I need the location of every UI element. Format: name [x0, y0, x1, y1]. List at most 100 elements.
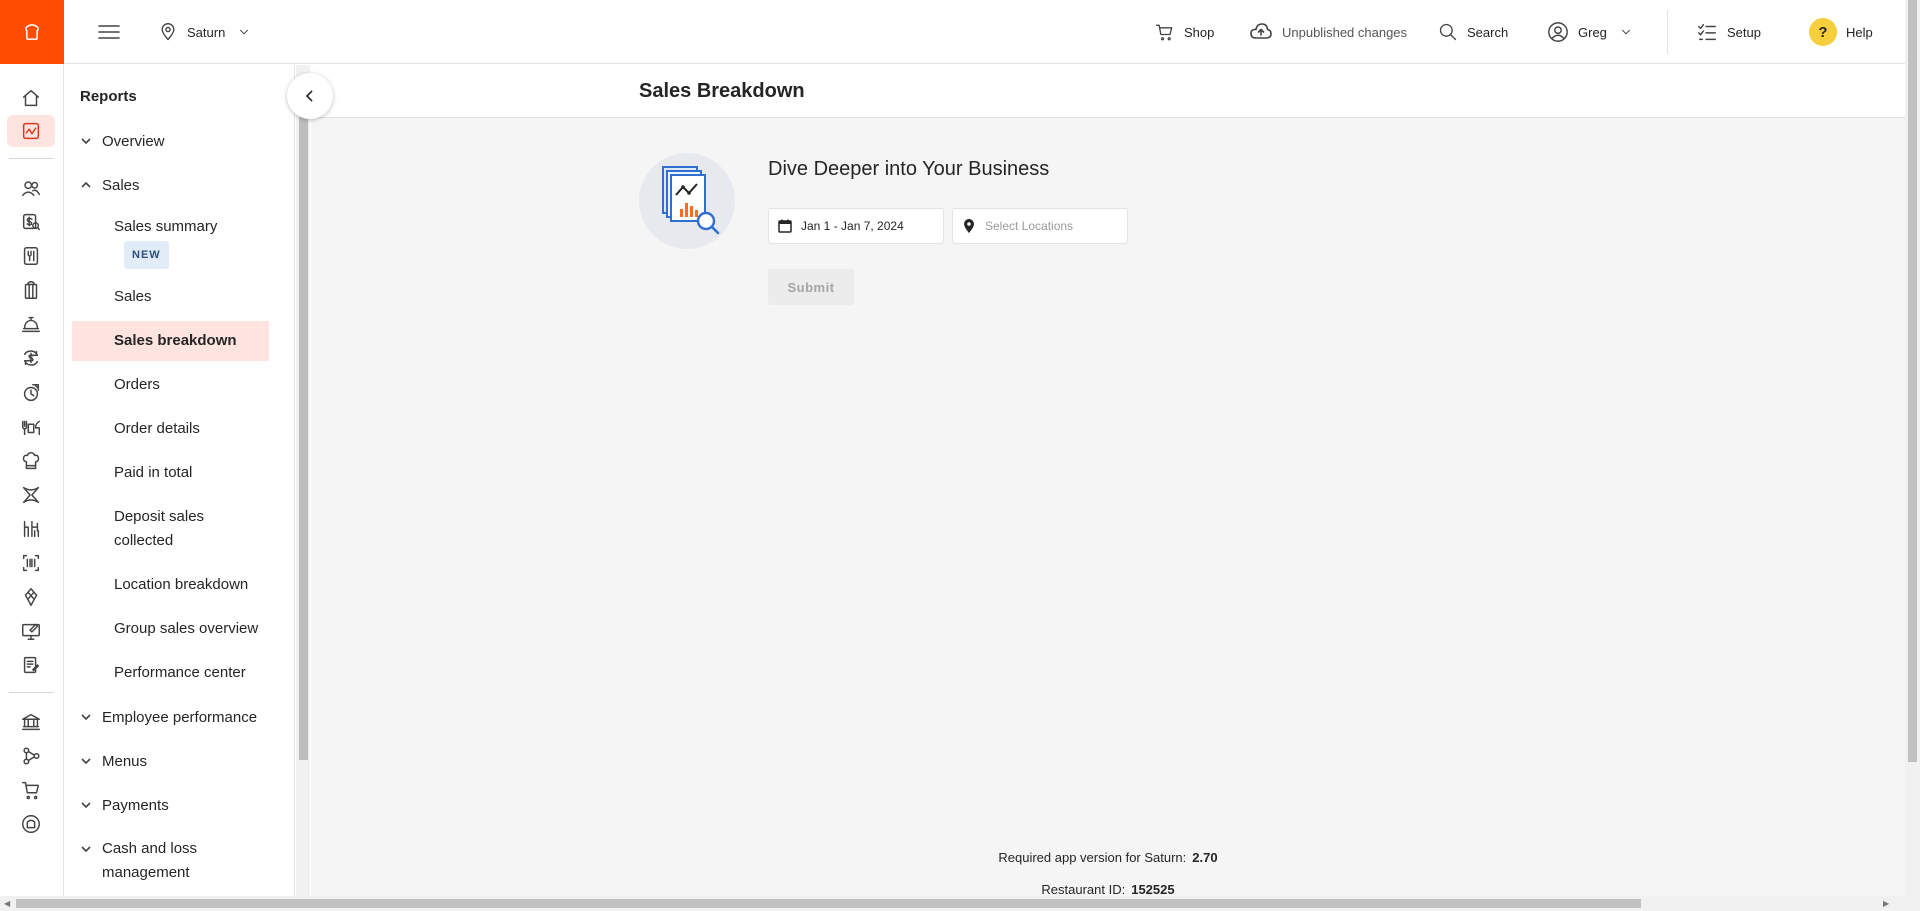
chevron-down-icon [81, 846, 91, 853]
logo-icon [25, 24, 39, 40]
section-label: Menus [102, 752, 148, 770]
service-icon[interactable] [7, 308, 55, 340]
section-label: Payments [102, 796, 169, 814]
chevron-down-icon [81, 758, 91, 765]
location-pin-icon [161, 23, 175, 41]
floor-icon[interactable] [7, 513, 55, 545]
chevron-down-icon [81, 714, 91, 721]
section-label: Overview [102, 132, 165, 150]
user-menu[interactable]: Greg [1547, 0, 1633, 64]
location-name: Saturn [187, 24, 226, 40]
payroll-icon[interactable] [7, 206, 55, 238]
sidebar-scrollbar[interactable] [296, 65, 310, 896]
cart-icon[interactable] [7, 774, 55, 806]
app-version-line: Required app version for Saturn: 2.70 [311, 850, 1905, 865]
horizontal-scrollbar-thumb[interactable] [16, 899, 1641, 908]
top-bar: Saturn Shop Unpublished changes Search G… [64, 0, 1905, 64]
scroll-right-arrow-icon[interactable]: ▶ [1883, 899, 1889, 908]
kiosk-icon[interactable] [7, 615, 55, 647]
setup-label: Setup [1727, 24, 1761, 40]
chevron-down-icon [81, 802, 91, 809]
sidebar-section-cash-and-loss[interactable]: Cash and loss management [64, 837, 284, 885]
integrations-icon[interactable] [7, 479, 55, 511]
page-header: Sales Breakdown [311, 65, 1905, 118]
checklist-icon [1698, 23, 1716, 41]
sidebar-title: Reports [80, 88, 137, 105]
sidebar-item-location-breakdown[interactable]: Location breakdown [72, 573, 269, 597]
section-label: Sales [102, 176, 140, 194]
sidebar-section-overview[interactable]: Overview [64, 129, 284, 153]
reports-icon[interactable] [7, 115, 55, 147]
marketing-icon[interactable] [7, 377, 55, 409]
sidebar-section-employee-performance[interactable]: Employee performance [64, 705, 284, 729]
bank-icon[interactable] [7, 706, 55, 738]
sidebar-section-sales[interactable]: Sales [64, 173, 284, 197]
sidebar-item-performance-center[interactable]: Performance center [72, 661, 269, 685]
chevron-down-icon [1621, 29, 1630, 35]
location-selector[interactable]: Saturn [158, 0, 251, 64]
collapse-sidebar-button[interactable] [287, 73, 333, 119]
kitchen-icon[interactable] [7, 445, 55, 477]
help-label: Help [1846, 24, 1873, 40]
location-select[interactable]: Select Locations [952, 208, 1128, 244]
help-button[interactable]: ? Help [1809, 0, 1873, 64]
chevron-down-icon [81, 138, 91, 145]
cloud-upload-icon [1250, 23, 1272, 39]
setup-button[interactable]: Setup [1696, 0, 1761, 64]
calendar-icon [778, 219, 792, 233]
guests-icon[interactable] [7, 172, 55, 204]
new-badge: NEW [124, 241, 169, 269]
scroll-left-arrow-icon[interactable]: ◀ [4, 899, 10, 908]
sidebar-item-sales-summary[interactable]: Sales summary NEW [72, 215, 269, 269]
sidebar-item-group-sales[interactable]: Group sales overview [72, 617, 269, 641]
hamburger-icon [98, 25, 120, 39]
sidebar-item-sales[interactable]: Sales [72, 285, 269, 309]
chevron-left-icon [305, 90, 313, 102]
barcode-icon[interactable] [7, 547, 55, 579]
network-icon[interactable] [7, 740, 55, 772]
forms-icon[interactable] [7, 649, 55, 681]
user-name: Greg [1578, 24, 1607, 40]
search-icon [1439, 23, 1457, 41]
page-title: Sales Breakdown [639, 80, 805, 102]
submit-button[interactable]: Submit [768, 269, 854, 305]
page-vertical-scrollbar[interactable] [1905, 0, 1920, 896]
page-horizontal-scrollbar[interactable]: ◀ ▶ [0, 896, 1920, 911]
dining-icon[interactable] [7, 411, 55, 443]
hamburger-menu-button[interactable] [97, 0, 130, 64]
restaurant-id-value: 152525 [1131, 882, 1175, 897]
sidebar-item-deposit-sales[interactable]: Deposit sales collected [72, 505, 269, 553]
home-icon[interactable] [7, 82, 55, 114]
brand-icon[interactable] [7, 808, 55, 840]
section-label: Employee performance [102, 708, 258, 726]
date-range-value: Jan 1 - Jan 7, 2024 [801, 219, 904, 233]
sidebar-item-orders[interactable]: Orders [72, 373, 269, 397]
chevron-up-icon [81, 181, 91, 188]
sidebar-scrollbar-thumb[interactable] [299, 85, 308, 760]
chevron-down-icon [240, 29, 249, 35]
item-label: Deposit sales [114, 508, 205, 525]
search-button[interactable]: Search [1438, 0, 1508, 64]
sidebar-item-sales-breakdown[interactable]: Sales breakdown [72, 321, 269, 361]
menu-icon[interactable] [7, 240, 55, 272]
sidebar-section-payments[interactable]: Payments [64, 793, 284, 817]
unpublished-changes-button[interactable]: Unpublished changes [1249, 0, 1407, 64]
page-scrollbar-thumb[interactable] [1908, 0, 1917, 762]
shop-button[interactable]: Shop [1155, 0, 1214, 64]
restaurant-id-label: Restaurant ID: [1041, 882, 1126, 897]
sidebar-item-order-details[interactable]: Order details [72, 417, 269, 441]
app-version-label: Required app version for Saturn: [998, 850, 1187, 865]
reports-sidebar: Reports Overview Sales Sales summary NEW… [64, 65, 295, 896]
sidebar-item-paid-in-total[interactable]: Paid in total [72, 461, 269, 485]
date-range-picker[interactable]: Jan 1 - Jan 7, 2024 [768, 208, 944, 244]
location-pin-icon [964, 219, 974, 233]
shop-cart-icon [1156, 24, 1173, 41]
toast-logo[interactable] [0, 0, 64, 64]
app-version-value: 2.70 [1192, 850, 1218, 865]
unpublished-label: Unpublished changes [1282, 24, 1408, 40]
loyalty-icon[interactable] [7, 581, 55, 613]
retail-icon[interactable] [7, 274, 55, 306]
money-icon[interactable] [7, 342, 55, 374]
sidebar-section-menus[interactable]: Menus [64, 749, 284, 773]
item-label: Sales summary [114, 218, 218, 235]
